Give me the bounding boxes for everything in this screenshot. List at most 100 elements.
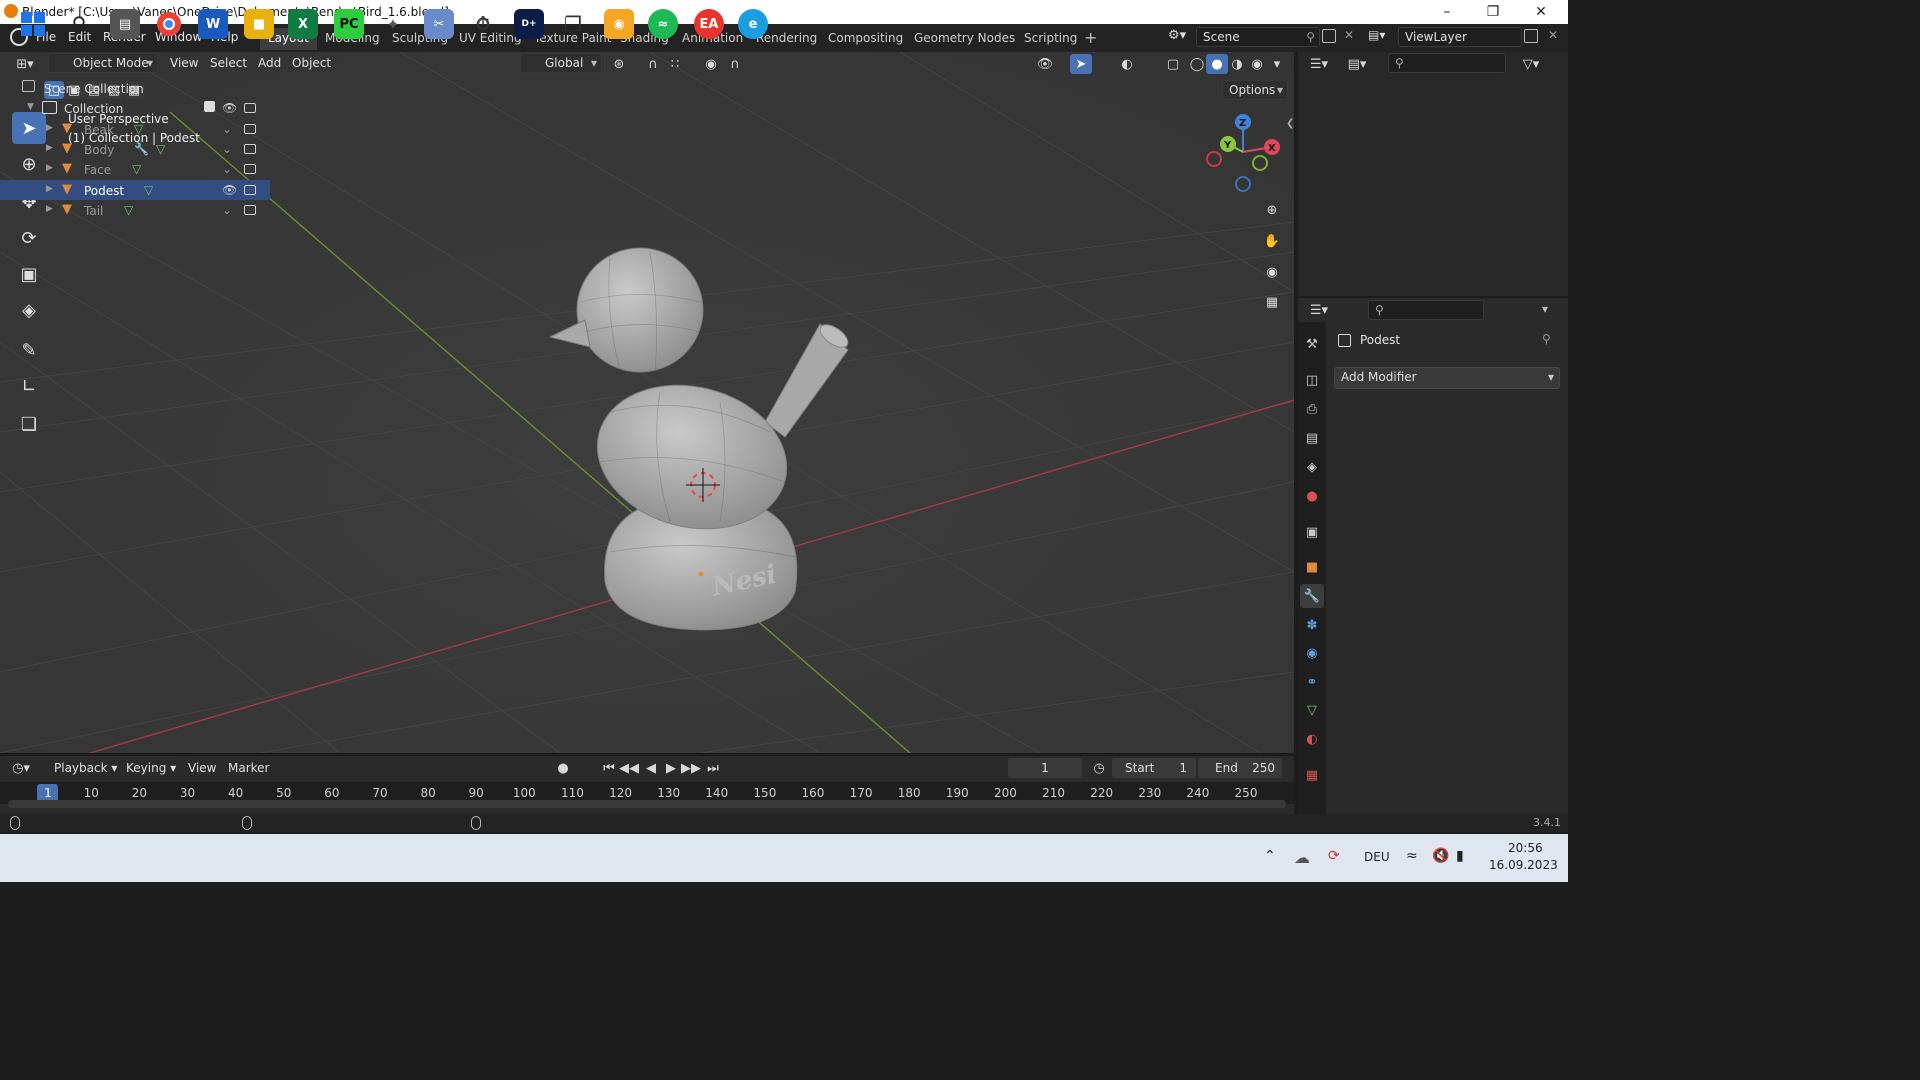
delete-scene-icon[interactable]: ✕ xyxy=(1344,28,1354,42)
outliner-row-collection[interactable]: ▼ Collection 👁 xyxy=(0,98,270,118)
shading-options-icon[interactable]: ▾ xyxy=(1266,54,1288,74)
language-indicator[interactable]: DEU xyxy=(1364,850,1390,864)
start-frame-field[interactable]: Start 1 xyxy=(1112,758,1196,778)
unity-icon[interactable]: ❐ xyxy=(558,9,588,39)
properties-search-input[interactable]: ⚲ xyxy=(1368,300,1484,320)
clock-time[interactable]: 20:56 xyxy=(1508,841,1543,855)
overlay-icon[interactable]: ◐ xyxy=(1116,54,1138,74)
outliner-row-scene-collection[interactable]: Scene Collection xyxy=(0,78,270,98)
expand-triangle-icon[interactable]: ▶ xyxy=(46,143,53,153)
outliner-row-tail[interactable]: ▶ ▼ Tail ▽ ⌄ xyxy=(0,200,270,220)
expand-triangle-icon[interactable]: ▶ xyxy=(46,123,53,133)
display-mode-icon[interactable]: ▤▾ xyxy=(1346,54,1368,74)
menu-select[interactable]: Select xyxy=(210,56,247,70)
transform-orientation-selector[interactable]: Global ▾ xyxy=(520,53,602,73)
task-view-icon[interactable]: ▤ xyxy=(110,9,140,39)
render-tab-icon[interactable]: ◫ xyxy=(1300,368,1324,392)
pin-icon[interactable]: ⚲ xyxy=(1306,30,1315,44)
close-icon[interactable]: ✕ xyxy=(1526,2,1556,22)
expand-triangle-icon[interactable]: ▶ xyxy=(46,184,53,194)
view-layer-icon[interactable]: ▤▾ xyxy=(1368,28,1385,42)
word-icon[interactable]: W xyxy=(198,9,228,39)
sidebar-toggle-icon[interactable]: ❮ xyxy=(1286,118,1294,129)
current-frame-field[interactable]: 1 xyxy=(1008,758,1082,778)
outliner-row-body[interactable]: ▶ ▼ Body 🔧 ▽ ⌄ xyxy=(0,139,270,159)
view-layer-field[interactable]: ViewLayer xyxy=(1398,27,1522,47)
pan-hand-icon[interactable]: ✋ xyxy=(1260,229,1284,253)
scale-tool[interactable]: ▣ xyxy=(12,258,46,290)
tab-geometry-nodes[interactable]: Geometry Nodes xyxy=(906,28,1023,50)
solid-shading-icon[interactable]: ● xyxy=(1206,54,1228,74)
collection-tab-icon[interactable]: ▣ xyxy=(1300,520,1324,544)
eye-closed-icon[interactable]: ⌄ xyxy=(222,142,232,156)
scene-name-field[interactable]: Scene ⚲ xyxy=(1196,27,1320,47)
menu-object[interactable]: Object xyxy=(292,56,331,70)
search-icon[interactable]: ⚲ xyxy=(64,9,94,39)
eye-icon[interactable]: 👁 xyxy=(222,101,237,115)
eye-icon[interactable]: 👁 xyxy=(222,183,237,197)
properties-editor-type-icon[interactable]: ☰▾ xyxy=(1308,300,1330,320)
camera-icon[interactable] xyxy=(244,205,256,215)
wireframe-shading-icon[interactable]: ◯ xyxy=(1186,54,1208,74)
tool-tab-icon[interactable]: ⚒ xyxy=(1300,332,1324,356)
camera-icon[interactable] xyxy=(244,164,256,174)
jump-keyframe-back-icon[interactable]: ◀◀ xyxy=(618,758,640,778)
outliner-row-podest[interactable]: ▶ ▼ Podest ▽ 👁 xyxy=(0,180,270,200)
camera-icon[interactable] xyxy=(244,144,256,154)
filter-icon[interactable]: ▽▾ xyxy=(1520,54,1542,74)
battery-icon[interactable]: ▮ xyxy=(1456,848,1464,864)
camera-icon[interactable] xyxy=(244,124,256,134)
volume-muted-icon[interactable]: 🔇 xyxy=(1432,848,1449,864)
camera-view-icon[interactable]: ◉ xyxy=(1260,260,1284,284)
add-modifier-button[interactable]: Add Modifier ▾ xyxy=(1334,367,1560,389)
add-cube-tool[interactable]: ❏ xyxy=(12,408,46,440)
expand-triangle-icon[interactable]: ▶ xyxy=(46,204,53,214)
transform-tool[interactable]: ◈ xyxy=(12,294,46,326)
file-explorer-icon[interactable]: ■ xyxy=(244,9,274,39)
expand-triangle-icon[interactable]: ▼ xyxy=(27,102,34,112)
timeline-editor-type-icon[interactable]: ◷▾ xyxy=(10,758,32,778)
menu-add[interactable]: Add xyxy=(258,56,281,70)
preview-range-icon[interactable]: ◷ xyxy=(1088,758,1110,778)
timeline-scrollbar[interactable] xyxy=(8,800,1286,808)
edge-icon[interactable]: e xyxy=(738,9,768,39)
windows-start-icon[interactable] xyxy=(18,9,48,39)
add-workspace-icon[interactable]: + xyxy=(1084,28,1097,47)
restore-icon[interactable]: ❐ xyxy=(1478,2,1508,22)
clock-date[interactable]: 16.09.2023 xyxy=(1489,858,1558,872)
disney-plus-icon[interactable]: D+ xyxy=(514,9,544,39)
outliner-editor-type-icon[interactable]: ☰▾ xyxy=(1308,54,1330,74)
pivot-point-icon[interactable]: ⊛ xyxy=(608,54,630,74)
menu-timeline-view[interactable]: View xyxy=(188,761,216,775)
eye-closed-icon[interactable]: ⌄ xyxy=(222,203,232,217)
editor-type-icon[interactable]: ⊞▾ xyxy=(14,54,36,74)
perspective-toggle-icon[interactable]: ▦ xyxy=(1260,290,1284,314)
camera-icon[interactable] xyxy=(244,185,256,195)
jump-start-icon[interactable]: ⏮ xyxy=(598,758,620,778)
end-frame-field[interactable]: End 250 xyxy=(1198,758,1282,778)
scene-selector-icon[interactable]: ⚙▾ xyxy=(1168,28,1194,46)
outliner-row-beak[interactable]: ▶ ▼ Beak ▽ ⌄ xyxy=(0,119,270,139)
output-tab-icon[interactable]: ⎙ xyxy=(1300,397,1324,421)
gizmo-toggle-icon[interactable]: ➤ xyxy=(1070,54,1092,74)
timer-app-icon[interactable]: ⏱ xyxy=(468,9,498,39)
material-shading-icon[interactable]: ◑ xyxy=(1226,54,1248,74)
play-reverse-icon[interactable]: ◀ xyxy=(640,758,662,778)
annotate-tool[interactable]: ✎ xyxy=(12,334,46,366)
constraints-tab-icon[interactable]: ⚭ xyxy=(1300,670,1324,694)
expand-triangle-icon[interactable]: ▶ xyxy=(46,163,53,173)
measure-tool[interactable]: ∟ xyxy=(12,370,46,402)
jump-end-icon[interactable]: ⏭ xyxy=(702,758,724,778)
blender-taskbar-icon[interactable]: ◉ xyxy=(604,9,634,39)
snap-icon[interactable]: ∩ xyxy=(642,54,664,74)
spotify-icon[interactable]: ≈ xyxy=(648,9,678,39)
proportional-editing-icon[interactable]: ◉ xyxy=(700,54,722,74)
jump-keyframe-forward-icon[interactable]: ▶▶ xyxy=(680,758,702,778)
menu-view[interactable]: View xyxy=(170,56,198,70)
xray-icon[interactable]: ▢ xyxy=(1162,54,1184,74)
exclude-checkbox[interactable] xyxy=(204,101,215,112)
visibility-icon[interactable]: 👁 xyxy=(1034,54,1056,74)
eye-closed-icon[interactable]: ⌄ xyxy=(222,162,232,176)
wifi-icon[interactable]: ≈ xyxy=(1406,848,1418,864)
new-scene-icon[interactable] xyxy=(1322,29,1336,43)
